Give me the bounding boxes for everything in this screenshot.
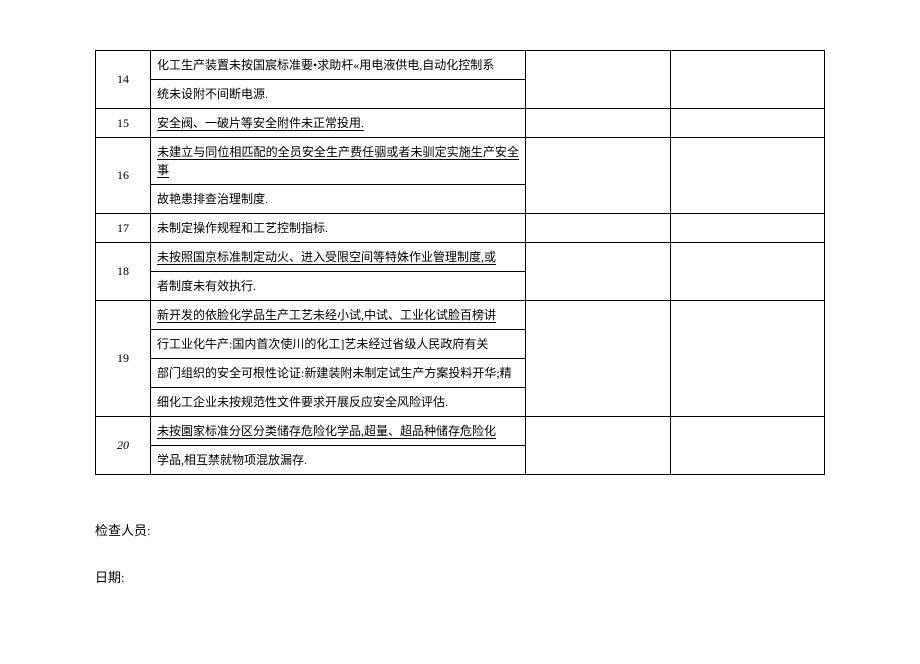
- description-line: 未建立与同位相匹配的全员安全生产费任骃或者未驯定实施生产安全事: [151, 138, 525, 185]
- description-line: 未按照国京标准制定动火、进入受限空间等特姝作业管理制度,或: [151, 243, 525, 272]
- table-row: 14化工生产装置未按国宸标准要•求助杆«用电液供电,自动化控制系统未设附不间断电…: [96, 51, 825, 109]
- table-row: 16未建立与同位相匹配的全员安全生产费任骃或者未驯定实施生产安全事故艳患排查治理…: [96, 138, 825, 214]
- description-line: 未按園家标准分区分类储存危险化学品,超量、超品种储存危险化: [151, 417, 525, 446]
- blank-cell: [526, 138, 671, 214]
- description-line: 新开发的依脸化学品生产工艺未经小试,中试、工业化试脸百榜讲: [151, 301, 525, 330]
- description-line: 故艳患排查治理制度.: [151, 185, 525, 213]
- row-description: 未制定操作规程和工艺控制指标.: [151, 214, 526, 243]
- description-line: 化工生产装置未按国宸标准要•求助杆«用电液供电,自动化控制系: [151, 51, 525, 80]
- description-line: 部门组织的安全可根性论证:新建装附未制定试生产方案投料开华;精: [151, 359, 525, 388]
- row-description: 化工生产装置未按国宸标准要•求助杆«用电液供电,自动化控制系统未设附不间断电源.: [151, 51, 526, 109]
- table-row: 19新开发的依脸化学品生产工艺未经小试,中试、工业化试脸百榜讲行工业化牛产:国内…: [96, 301, 825, 417]
- blank-cell: [526, 109, 671, 138]
- table-row: 20未按園家标准分区分类储存危险化学品,超量、超品种储存危险化学品,相互禁就物项…: [96, 417, 825, 475]
- description-line: 者制度未有效执行.: [151, 272, 525, 300]
- blank-cell: [526, 214, 671, 243]
- row-number: 15: [96, 109, 151, 138]
- blank-cell: [526, 51, 671, 109]
- description-line: 行工业化牛产:国内首次使川的化工]艺未经过省级人民政府有关: [151, 330, 525, 359]
- footer-section: 检查人员: 日期:: [95, 520, 825, 586]
- blank-cell: [526, 301, 671, 417]
- row-description: 未按照国京标准制定动火、进入受限空间等特姝作业管理制度,或者制度未有效执行.: [151, 243, 526, 301]
- blank-cell: [671, 301, 825, 417]
- row-description: 未按園家标准分区分类储存危险化学品,超量、超品种储存危险化学品,相互禁就物项混放…: [151, 417, 526, 475]
- table-row: 15安全阀、一破片等安全附件未正常投用.: [96, 109, 825, 138]
- table-row: 18未按照国京标准制定动火、进入受限空间等特姝作业管理制度,或者制度未有效执行.: [96, 243, 825, 301]
- description-line: 细化工企业未按规范性文件要求开展反应安全风险评估.: [151, 388, 525, 416]
- table-row: 17未制定操作规程和工艺控制指标.: [96, 214, 825, 243]
- description-line: 统未设附不间断电源.: [151, 80, 525, 108]
- blank-cell: [671, 51, 825, 109]
- blank-cell: [671, 138, 825, 214]
- blank-cell: [671, 417, 825, 475]
- row-description: 未建立与同位相匹配的全员安全生产费任骃或者未驯定实施生产安全事故艳患排查治理制度…: [151, 138, 526, 214]
- row-number: 14: [96, 51, 151, 109]
- row-description: 新开发的依脸化学品生产工艺未经小试,中试、工业化试脸百榜讲行工业化牛产:国内首次…: [151, 301, 526, 417]
- blank-cell: [671, 109, 825, 138]
- blank-cell: [671, 243, 825, 301]
- blank-cell: [671, 214, 825, 243]
- inspector-label: 检查人员:: [95, 520, 825, 539]
- date-label: 日期:: [95, 567, 825, 586]
- row-number: 16: [96, 138, 151, 214]
- blank-cell: [526, 417, 671, 475]
- row-number: 20: [96, 417, 151, 475]
- row-number: 17: [96, 214, 151, 243]
- description-line: 未制定操作规程和工艺控制指标.: [151, 214, 525, 242]
- row-number: 18: [96, 243, 151, 301]
- row-number: 19: [96, 301, 151, 417]
- description-line: 学品,相互禁就物项混放漏存.: [151, 446, 525, 474]
- blank-cell: [526, 243, 671, 301]
- row-description: 安全阀、一破片等安全附件未正常投用.: [151, 109, 526, 138]
- description-line: 安全阀、一破片等安全附件未正常投用.: [151, 109, 525, 137]
- inspection-table: 14化工生产装置未按国宸标准要•求助杆«用电液供电,自动化控制系统未设附不间断电…: [95, 50, 825, 475]
